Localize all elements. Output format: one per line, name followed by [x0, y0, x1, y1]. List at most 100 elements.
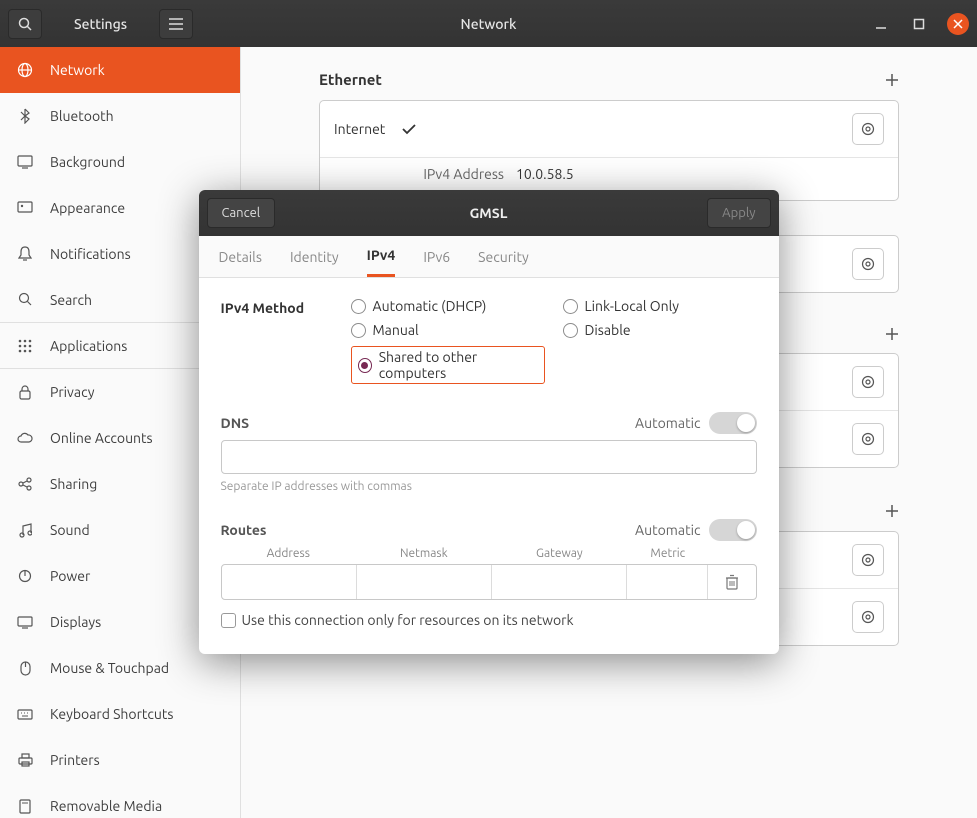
connection-settings-button[interactable] — [852, 544, 884, 576]
routes-header-gateway: Gateway — [492, 547, 628, 560]
sidebar-item-printers[interactable]: Printers — [0, 737, 240, 783]
sidebar-item-label: Online Accounts — [50, 430, 153, 446]
connection-modal: Cancel GMSL Apply Details Identity IPv4 … — [199, 190, 779, 654]
route-address-input[interactable] — [222, 565, 357, 599]
printer-icon — [16, 753, 34, 767]
connection-row[interactable]: Internet — [320, 101, 898, 158]
music-icon — [16, 523, 34, 538]
power-icon — [16, 569, 34, 583]
sidebar-item-label: Printers — [50, 752, 100, 768]
gear-icon — [860, 374, 876, 390]
sidebar-item-label: Search — [50, 292, 92, 308]
search-button[interactable] — [8, 9, 42, 39]
route-metric-input[interactable] — [627, 565, 708, 599]
tab-security[interactable]: Security — [478, 236, 529, 277]
radio-label: Link-Local Only — [585, 298, 680, 314]
search-icon — [17, 16, 33, 32]
sidebar-item-label: Sharing — [50, 476, 97, 492]
routes-header-metric: Metric — [627, 547, 708, 560]
sidebar-item-label: Privacy — [50, 384, 94, 400]
appearance-icon — [16, 201, 34, 215]
connection-settings-button[interactable] — [852, 601, 884, 633]
sidebar-item-keyboard[interactable]: Keyboard Shortcuts — [0, 691, 240, 737]
radio-link-local[interactable]: Link-Local Only — [563, 298, 757, 314]
connection-settings-button[interactable] — [852, 423, 884, 455]
route-delete-button[interactable] — [708, 565, 756, 599]
radio-label: Disable — [585, 322, 631, 338]
routes-title: Routes — [221, 522, 267, 538]
tab-ipv4[interactable]: IPv4 — [367, 236, 396, 277]
keyboard-icon — [16, 709, 34, 720]
sidebar-item-background[interactable]: Background — [0, 139, 240, 185]
radio-label: Shared to other computers — [379, 349, 538, 381]
bluetooth-icon — [16, 108, 34, 124]
add-ethernet-button[interactable] — [885, 73, 899, 87]
routes-auto-label: Automatic — [635, 522, 700, 538]
connection-settings-button[interactable] — [852, 248, 884, 280]
add-intel-ethernet-button[interactable] — [885, 504, 899, 518]
hamburger-button[interactable] — [159, 9, 193, 39]
trash-icon — [725, 574, 739, 590]
add-hidden-button[interactable] — [885, 327, 899, 341]
lock-icon — [16, 385, 34, 400]
routes-header-netmask: Netmask — [356, 547, 492, 560]
close-button[interactable] — [947, 13, 969, 35]
sidebar-item-label: Notifications — [50, 246, 131, 262]
gear-icon — [860, 552, 876, 568]
window-title: Network — [461, 16, 517, 32]
only-resources-label: Use this connection only for resources o… — [242, 612, 574, 628]
maximize-icon — [913, 18, 925, 30]
connection-name: Internet — [334, 121, 385, 137]
sidebar-item-label: Network — [50, 62, 105, 78]
sidebar-item-network[interactable]: Network — [0, 47, 240, 93]
media-icon — [16, 799, 34, 814]
cloud-icon — [16, 432, 34, 444]
sidebar-item-label: Removable Media — [50, 798, 162, 814]
route-gateway-input[interactable] — [492, 565, 627, 599]
dns-auto-switch[interactable] — [709, 412, 757, 434]
apps-icon — [16, 339, 34, 353]
hamburger-icon — [168, 18, 184, 30]
sidebar-item-label: Applications — [50, 338, 127, 354]
sidebar-item-bluetooth[interactable]: Bluetooth — [0, 93, 240, 139]
search-icon — [16, 292, 34, 307]
maximize-button[interactable] — [909, 14, 929, 34]
ethernet-section-title: Ethernet — [319, 71, 382, 88]
bell-icon — [16, 246, 34, 262]
tab-details[interactable]: Details — [219, 236, 262, 277]
sidebar-item-label: Keyboard Shortcuts — [50, 706, 173, 722]
dns-input[interactable] — [221, 440, 757, 474]
radio-shared[interactable]: Shared to other computers — [351, 346, 545, 384]
sidebar-item-label: Background — [50, 154, 125, 170]
route-netmask-input[interactable] — [357, 565, 492, 599]
routes-header-address: Address — [221, 547, 357, 560]
tab-ipv6[interactable]: IPv6 — [423, 236, 450, 277]
share-icon — [16, 477, 34, 491]
radio-manual[interactable]: Manual — [351, 322, 545, 338]
settings-label: Settings — [74, 16, 127, 32]
routes-auto-switch[interactable] — [709, 519, 757, 541]
tab-identity[interactable]: Identity — [290, 236, 339, 277]
sidebar-item-label: Displays — [50, 614, 101, 630]
plus-icon — [885, 327, 899, 341]
cancel-button[interactable]: Cancel — [207, 198, 276, 228]
only-resources-checkbox[interactable]: Use this connection only for resources o… — [221, 612, 757, 628]
ipv4-value: 10.0.58.5 — [516, 166, 574, 182]
sidebar-item-removable-media[interactable]: Removable Media — [0, 783, 240, 818]
display-icon — [16, 616, 34, 629]
connection-settings-button[interactable] — [852, 113, 884, 145]
connection-settings-button[interactable] — [852, 366, 884, 398]
modal-tabs: Details Identity IPv4 IPv6 Security — [199, 236, 779, 278]
minimize-button[interactable] — [871, 14, 891, 34]
radio-label: Automatic (DHCP) — [373, 298, 487, 314]
sidebar-item-label: Mouse & Touchpad — [50, 660, 169, 676]
gear-icon — [860, 256, 876, 272]
gear-icon — [860, 609, 876, 625]
apply-button[interactable]: Apply — [707, 198, 770, 228]
radio-disable[interactable]: Disable — [563, 322, 757, 338]
titlebar: Settings Network — [0, 0, 977, 47]
dns-title: DNS — [221, 415, 250, 431]
background-icon — [16, 155, 34, 169]
modal-title: GMSL — [470, 205, 508, 221]
radio-auto-dhcp[interactable]: Automatic (DHCP) — [351, 298, 545, 314]
